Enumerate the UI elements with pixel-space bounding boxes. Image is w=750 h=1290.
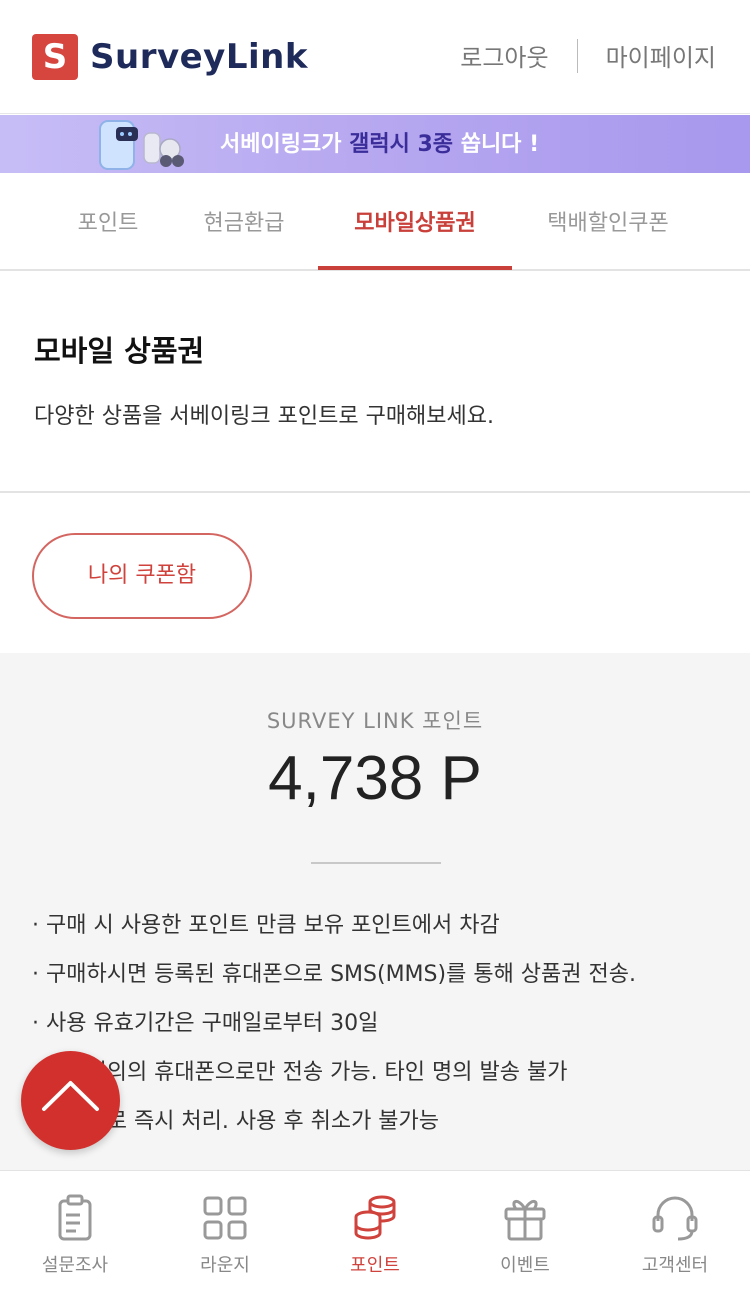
header-separator bbox=[576, 38, 578, 73]
app-header: S SurveyLink 로그아웃 마이페이지 bbox=[0, 0, 750, 114]
gift-icon bbox=[504, 1200, 546, 1241]
section-description: 다양한 상품을 서베이링크 포인트로 구매해보세요. bbox=[34, 404, 495, 429]
tab-mobile-gift-card[interactable]: 모바일상품권 bbox=[318, 173, 512, 269]
bottom-navigation: 설문조사 라운지 포인트 이벤트 고객센터 bbox=[0, 1170, 750, 1290]
scroll-top-button[interactable] bbox=[21, 1051, 120, 1150]
logo-mark-icon: S bbox=[32, 34, 78, 80]
nav-label: 포인트 bbox=[350, 1255, 400, 1276]
notice-item: · 구매하시면 등록된 휴대폰으로 SMS(MMS)를 통해 상품권 전송. bbox=[32, 962, 636, 987]
points-divider bbox=[311, 862, 441, 864]
notice-item: · 자동으로 즉시 처리. 사용 후 취소가 불가능 bbox=[32, 1109, 440, 1134]
banner-headline: 서베이링크가 갤럭시 3종 쏩니다 ! bbox=[220, 132, 540, 157]
active-tab-indicator bbox=[318, 266, 512, 270]
section-title: 모바일 상품권 bbox=[34, 334, 205, 368]
headset-icon bbox=[652, 1196, 698, 1241]
nav-points[interactable]: 포인트 bbox=[300, 1171, 450, 1290]
promo-banner[interactable]: 서베이링크가 갤럭시 3종 쏩니다 ! bbox=[0, 115, 750, 173]
notice-item: · 구매 시 사용한 포인트 만큼 보유 포인트에서 차감 bbox=[32, 913, 500, 938]
tab-cash-refund[interactable]: 현금환급 bbox=[176, 173, 312, 269]
category-tabs: 포인트 현금환급 모바일상품권 택배할인쿠폰 bbox=[0, 173, 750, 271]
coins-icon bbox=[354, 1195, 396, 1240]
nav-label: 설문조사 bbox=[41, 1255, 109, 1276]
points-label: SURVEY LINK 포인트 bbox=[266, 709, 484, 733]
nav-event[interactable]: 이벤트 bbox=[450, 1171, 600, 1290]
chevron-up-icon bbox=[42, 1081, 99, 1111]
nav-label: 이벤트 bbox=[500, 1255, 550, 1276]
mypage-link[interactable]: 마이페이지 bbox=[606, 38, 716, 73]
nav-label: 고객센터 bbox=[641, 1255, 709, 1276]
tab-delivery-coupon[interactable]: 택배할인쿠폰 bbox=[520, 173, 696, 269]
nav-lounge[interactable]: 라운지 bbox=[150, 1171, 300, 1290]
grid-icon bbox=[203, 1196, 247, 1240]
points-balance: 4,738 P bbox=[268, 744, 482, 813]
logout-link[interactable]: 로그아웃 bbox=[460, 38, 548, 73]
notice-item: · 사용 유효기간은 구매일로부터 30일 bbox=[32, 1011, 379, 1036]
section-divider bbox=[0, 491, 750, 493]
notice-item: · 본인명의의 휴대폰으로만 전송 가능. 타인 명의 발송 불가 bbox=[32, 1060, 568, 1085]
surveylink-logo[interactable]: S SurveyLink bbox=[32, 34, 308, 80]
nav-customer-center[interactable]: 고객센터 bbox=[600, 1171, 750, 1290]
tab-points[interactable]: 포인트 bbox=[40, 173, 176, 269]
header-links: 로그아웃 마이페이지 bbox=[460, 38, 716, 73]
galaxy-devices-illustration bbox=[99, 120, 184, 170]
notice-list: · 구매 시 사용한 포인트 만큼 보유 포인트에서 차감 · 구매하시면 등록… bbox=[32, 911, 636, 1156]
nav-label: 라운지 bbox=[200, 1255, 250, 1276]
nav-survey[interactable]: 설문조사 bbox=[0, 1171, 150, 1290]
logo-text: SurveyLink bbox=[90, 37, 308, 77]
clipboard-icon bbox=[58, 1194, 92, 1241]
my-coupon-box-button[interactable]: 나의 쿠폰함 bbox=[32, 533, 252, 619]
